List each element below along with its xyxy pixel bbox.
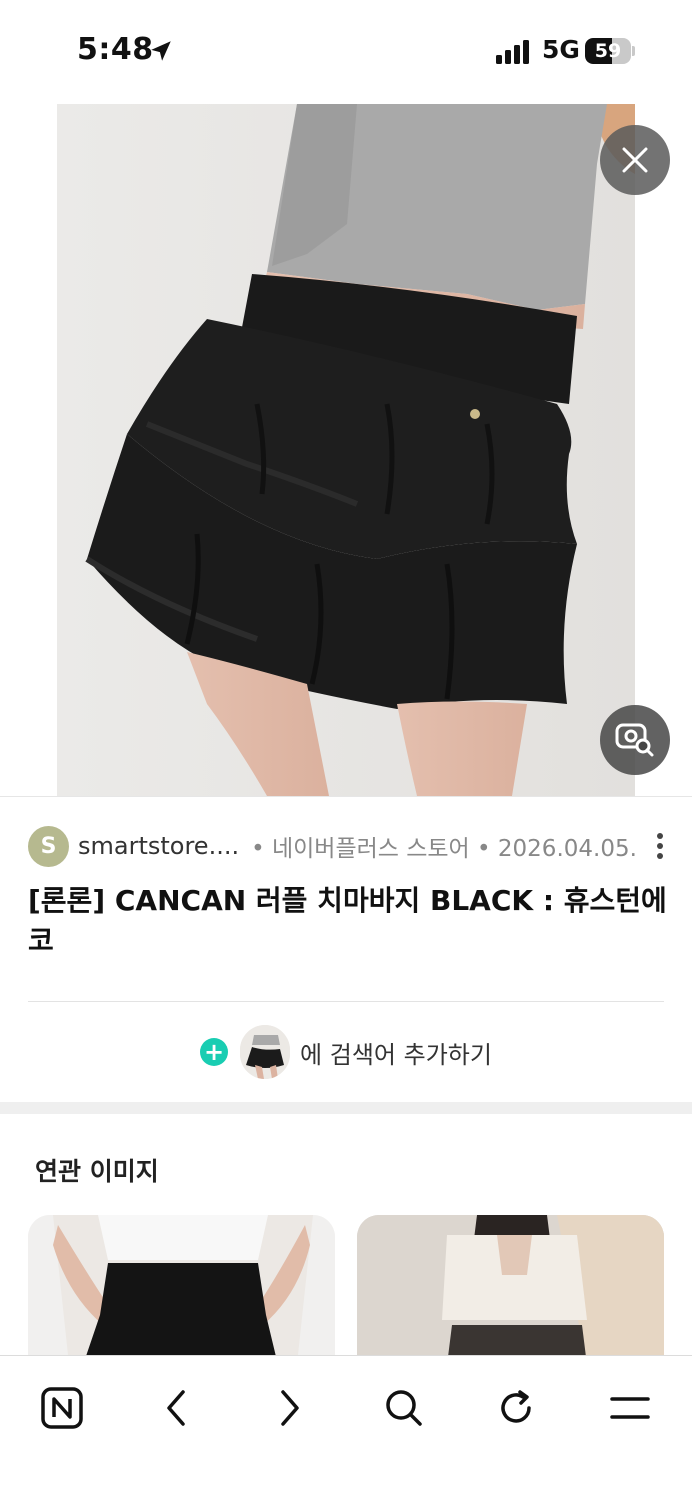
network-label: 5G	[542, 35, 580, 64]
forward-icon	[281, 1390, 299, 1426]
image-search-icon	[615, 723, 654, 757]
related-image-1-illustration	[28, 1215, 335, 1365]
product-image[interactable]	[57, 104, 635, 796]
battery-icon: 59	[585, 38, 631, 64]
source-name[interactable]: smartstore....	[78, 832, 239, 860]
battery-tip	[632, 46, 635, 56]
related-image-1[interactable]	[28, 1215, 335, 1365]
menu-icon	[610, 1397, 650, 1419]
location-arrow-icon	[151, 41, 171, 61]
back-button[interactable]	[146, 1378, 206, 1438]
status-time: 5:48	[77, 32, 154, 67]
back-icon	[167, 1390, 185, 1426]
related-image-2-illustration	[357, 1215, 664, 1365]
image-viewer	[0, 100, 692, 796]
section-gap	[0, 1102, 692, 1114]
battery-level: 59	[594, 40, 622, 62]
more-vertical-icon[interactable]	[650, 833, 670, 859]
naver-home-button[interactable]	[32, 1378, 92, 1438]
search-button[interactable]	[374, 1378, 434, 1438]
source-row[interactable]: S smartstore.... • 네이버플러스 스토어 • 2026.04.…	[28, 825, 668, 867]
result-info: S smartstore.... • 네이버플러스 스토어 • 2026.04.…	[0, 796, 692, 1102]
reload-icon	[501, 1390, 531, 1423]
menu-button[interactable]	[600, 1378, 660, 1438]
thumbnail-mini	[240, 1025, 291, 1079]
close-icon	[622, 147, 648, 173]
plus-icon: +	[200, 1038, 229, 1066]
related-image-2[interactable]	[357, 1215, 664, 1365]
close-button[interactable]	[600, 125, 670, 195]
forward-button[interactable]	[260, 1378, 320, 1438]
divider	[28, 1001, 664, 1002]
source-meta: • 네이버플러스 스토어 • 2026.04.05.	[251, 836, 637, 862]
result-title[interactable]: [론론] CANCAN 러플 치마바지 BLACK : 휴스턴에코	[28, 881, 668, 961]
add-keyword-row[interactable]: + 에 검색어 추가하기	[0, 1022, 692, 1082]
signal-icon	[496, 40, 529, 64]
bottom-navigation	[0, 1355, 692, 1500]
source-avatar: S	[28, 825, 69, 867]
related-title: 연관 이미지	[35, 1157, 159, 1186]
search-icon	[386, 1390, 422, 1426]
naver-home-icon	[41, 1387, 83, 1429]
reload-button[interactable]	[486, 1378, 546, 1438]
add-keyword-label: 에 검색어 추가하기	[300, 1040, 492, 1069]
status-bar: 5:48 5G 59	[0, 0, 692, 100]
related-images-section: 연관 이미지	[0, 1114, 692, 1365]
image-search-button[interactable]	[600, 705, 670, 775]
product-image-illustration	[57, 104, 635, 796]
